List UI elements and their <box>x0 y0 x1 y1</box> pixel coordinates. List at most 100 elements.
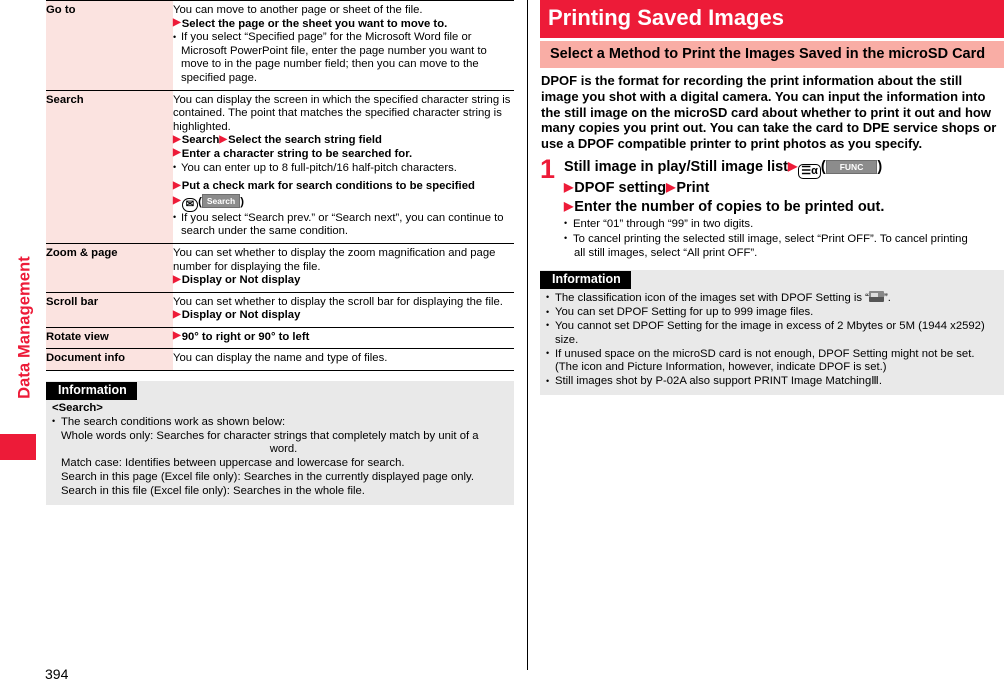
chapter-side-tab-label: Data Management <box>15 256 34 399</box>
step-line-3-text: Enter the number of copies to be printed… <box>574 198 885 215</box>
section-lead-paragraph: DPOF is the format for recording the pri… <box>541 73 997 152</box>
row-note-1: You can enter up to 8 full-pitch/16 half… <box>173 161 514 176</box>
soft-key-label[interactable]: FUNC <box>825 159 878 174</box>
table-row: Rotate view ▶90° to right or 90° to left <box>46 326 514 349</box>
row-value: ▶90° to right or 90° to left <box>173 326 514 349</box>
information-bullet: The search conditions work as shown belo… <box>52 415 506 430</box>
arrow-icon: ▶ <box>173 308 181 320</box>
step-line-2a: DPOF setting <box>574 179 667 196</box>
information-box-right: Information The classification icon of t… <box>540 270 1004 395</box>
row-action: 90° to right or 90° to left <box>181 330 310 343</box>
arrow-icon: ▶ <box>173 133 181 145</box>
arrow-icon: ▶ <box>219 133 228 145</box>
table-row: Go to You can move to another page or sh… <box>46 0 514 91</box>
row-intro: You can display the name and type of fil… <box>173 352 388 365</box>
row-action-3: Put a check mark for search conditions t… <box>181 180 475 193</box>
row-action-1a: Search <box>181 134 220 147</box>
row-intro: You can set whether to display the zoom … <box>173 246 496 273</box>
arrow-icon: ▶ <box>173 17 181 29</box>
step-note-2: To cancel printing the selected still im… <box>564 232 1004 261</box>
arrow-icon: ▶ <box>173 179 181 191</box>
arrow-icon: ▶ <box>173 273 181 285</box>
step-line-2: ▶DPOF setting▶Print <box>564 179 1004 198</box>
step-line-2b: Print <box>676 179 710 196</box>
step-note-2b: all still images, select “All print OFF”… <box>574 246 758 259</box>
roman-numeral-three: Ⅲ <box>871 375 879 388</box>
information-title: Information <box>540 271 631 290</box>
column-divider <box>527 0 528 670</box>
row-action: Display or Not display <box>181 309 301 322</box>
row-key: Search <box>46 89 173 244</box>
arrow-icon: ▶ <box>564 198 574 213</box>
information-box-left: Information <Search> The search conditio… <box>46 381 514 505</box>
information-bullet-4: If unused space on the microSD card is n… <box>546 347 996 376</box>
step-line-1-text: Still image in play/Still image list <box>564 158 789 175</box>
information-bullet-4a: If unused space on the microSD card is n… <box>555 347 975 360</box>
row-value: You can set whether to display the scrol… <box>173 291 514 328</box>
row-value: You can display the name and type of fil… <box>173 348 514 372</box>
information-bullet-3: You cannot set DPOF Setting for the imag… <box>546 319 996 348</box>
row-action-2: Enter a character string to be searched … <box>181 147 413 160</box>
information-bullet-1: The classification icon of the images se… <box>546 291 996 306</box>
step-number: 1 <box>540 153 556 184</box>
arrow-icon: ▶ <box>173 330 181 342</box>
information-bullet-1-post: ”. <box>883 292 891 305</box>
chapter-title: Printing Saved Images <box>540 0 1004 38</box>
information-line-2: Match case: Identifies between uppercase… <box>61 457 405 470</box>
mail-key-icon[interactable]: ✉ <box>181 197 199 212</box>
row-intro: You can set whether to display the scrol… <box>173 295 503 308</box>
arrow-icon: ▶ <box>173 195 181 207</box>
chapter-side-tab-marker <box>0 434 36 460</box>
information-bullet-5-post: . <box>878 375 882 388</box>
row-value: You can move to another page or sheet of… <box>173 0 514 91</box>
table-row: Zoom & page You can set whether to displ… <box>46 242 514 293</box>
information-body: The classification icon of the images se… <box>540 289 1004 389</box>
row-key: Rotate view <box>46 326 173 349</box>
information-bullet-3a: You cannot set DPOF Setting for the imag… <box>555 319 956 332</box>
row-action: Select the page or the sheet you want to… <box>181 17 448 30</box>
information-bullet-2: You can set DPOF Setting for up to 999 i… <box>546 306 996 320</box>
information-line-1a: Whole words only: Searches for character… <box>61 429 479 442</box>
arrow-icon: ▶ <box>788 158 798 173</box>
manual-page: Data Management Go to You can move to an… <box>0 0 1004 698</box>
step-line-3: ▶Enter the number of copies to be printe… <box>564 198 1004 217</box>
row-value: You can display the screen in which the … <box>173 89 514 244</box>
row-intro: You can move to another page or sheet of… <box>173 4 423 16</box>
information-bullet-1-pre: The classification icon of the images se… <box>555 292 869 305</box>
information-line-1b: word. <box>269 443 298 456</box>
arrow-icon: ▶ <box>564 179 574 194</box>
row-note: If you select “Specified page” for the M… <box>173 31 514 85</box>
function-menu-table: Go to You can move to another page or sh… <box>46 0 514 372</box>
arrow-icon: ▶ <box>666 179 676 194</box>
step-note-2a: To cancel printing the selected still im… <box>573 232 968 245</box>
left-column: Go to You can move to another page or sh… <box>46 0 514 505</box>
row-key: Go to <box>46 0 173 91</box>
row-action-1b: Select the search string field <box>228 134 382 147</box>
procedure-step: 1 Still image in play/Still image list▶ ☰… <box>540 153 1004 261</box>
func-key-icon[interactable]: ☰α <box>798 163 821 179</box>
step-note-1: Enter “01” through “99” in two digits. <box>564 217 1004 232</box>
row-value: You can set whether to display the zoom … <box>173 242 514 293</box>
step-line-1: Still image in play/Still image list▶ ☰α(… <box>564 158 883 179</box>
row-action: Display or Not display <box>181 274 301 287</box>
information-bullet-5-pre: Still images shot by P-02A also support … <box>555 375 872 388</box>
row-key: Zoom & page <box>46 242 173 293</box>
table-row: Scroll bar You can set whether to displa… <box>46 291 514 328</box>
row-intro: You can display the screen in which the … <box>173 93 511 133</box>
information-body: <Search> The search conditions work as s… <box>46 400 514 499</box>
dpof-classification-icon <box>868 291 884 303</box>
page-number: 394 <box>45 666 69 682</box>
row-note-2: If you select “Search prev.” or “Search … <box>173 211 514 239</box>
row-key: Scroll bar <box>46 291 173 328</box>
information-bullet-4b: (The icon and Picture Information, howev… <box>555 361 887 374</box>
row-key: Document info <box>46 348 173 372</box>
arrow-icon: ▶ <box>173 147 181 159</box>
right-column: Printing Saved Images Select a Method to… <box>540 0 1004 395</box>
section-title: Select a Method to Print the Images Save… <box>540 41 1004 68</box>
soft-key-label[interactable]: Search <box>201 193 241 208</box>
table-row: Document info You can display the name a… <box>46 348 514 372</box>
information-title: Information <box>46 382 137 401</box>
information-bullet-5: Still images shot by P-02A also support … <box>546 375 996 389</box>
information-subject: <Search> <box>52 402 103 415</box>
information-line-3: Search in this page (Excel file only): S… <box>61 471 474 484</box>
